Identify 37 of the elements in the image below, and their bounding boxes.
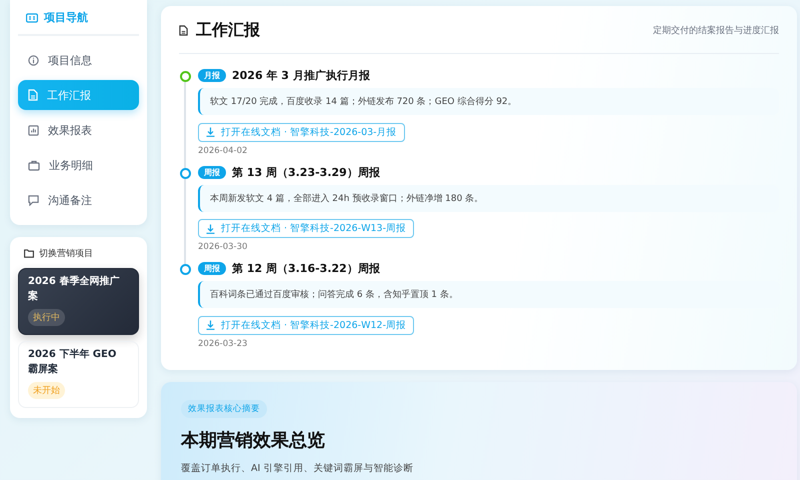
report-date: 2026-04-02: [198, 146, 248, 156]
download-icon: [206, 320, 215, 330]
grid-icon: [26, 12, 38, 22]
overview-subtitle: 覆盖订单执行、AI 引擎引用、关键词霸屏与智能诊断: [181, 462, 414, 474]
overview-badge: 效果报表核心摘要: [181, 400, 267, 418]
nav-item[interactable]: 沟通备注: [18, 185, 139, 215]
download-icon: [206, 224, 215, 234]
briefcase-icon: [28, 160, 40, 170]
project-panel-title: 切换营销项目: [39, 248, 93, 260]
panel-subtitle: 定期交付的结案报告与进度汇报: [653, 24, 779, 37]
chat-icon: [28, 194, 39, 206]
document-icon: [179, 25, 188, 36]
report-title: 2026 年 3 月推广执行月报: [232, 68, 370, 83]
download-icon: [206, 127, 215, 137]
overview-title: 本期营销效果总览: [181, 428, 325, 452]
info-icon: [28, 54, 39, 66]
status-badge: 执行中: [28, 309, 65, 326]
report-title: 第 12 周（3.16-3.22）周报: [232, 261, 380, 276]
report-tag: 周报: [198, 262, 226, 275]
project-name: 2026 下半年 GEO 霸屏案: [28, 348, 118, 376]
folder-icon: [24, 249, 34, 258]
project-card[interactable]: 2026 下半年 GEO 霸屏案 未开始: [18, 341, 139, 408]
report-date: 2026-03-23: [198, 338, 248, 348]
report-tag: 周报: [198, 166, 226, 178]
status-badge: 未开始: [28, 382, 65, 399]
nav-item[interactable]: 业务明细: [18, 150, 139, 180]
report-date: 2026-03-30: [198, 242, 248, 252]
document-icon: [28, 89, 38, 101]
nav-title: 项目导航: [44, 10, 88, 25]
report-title: 第 13 周（3.23-3.29）周报: [232, 164, 380, 180]
project-card[interactable]: 2026 春季全网推广案 执行中: [18, 268, 139, 335]
panel-title: 工作汇报: [196, 20, 260, 41]
nav-item[interactable]: 项目信息: [18, 45, 139, 75]
nav-item[interactable]: 效果报表: [18, 115, 139, 145]
chart-icon: [28, 124, 39, 136]
project-name: 2026 春季全网推广案: [28, 275, 120, 304]
report-tag: 月报: [198, 69, 226, 82]
